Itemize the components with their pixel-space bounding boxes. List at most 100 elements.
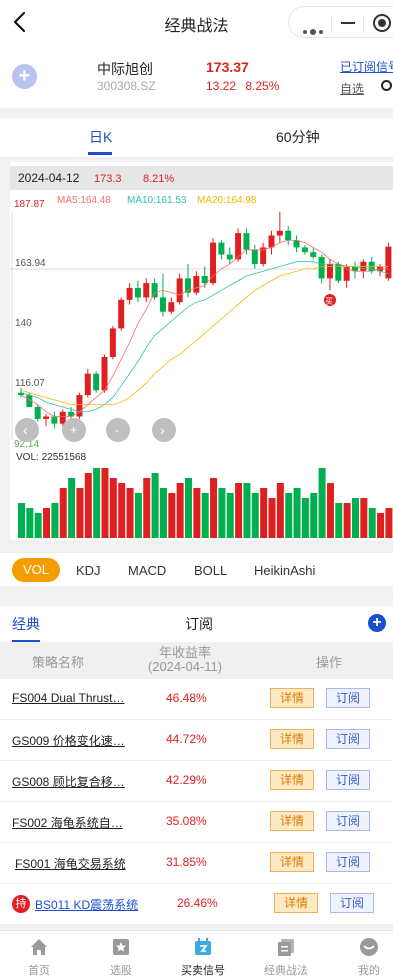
annual-return: 31.85% xyxy=(166,855,207,869)
annual-return: 44.72% xyxy=(166,732,207,746)
strategy-name-link[interactable]: FS001 海龟交易系统 xyxy=(15,855,133,872)
candle-body xyxy=(126,287,133,300)
tab-kdj[interactable]: KDJ xyxy=(76,563,101,578)
target-circle-icon[interactable] xyxy=(373,14,391,32)
active-tab-indicator xyxy=(12,640,40,642)
change-percent: 8.25% xyxy=(245,79,280,93)
volume-bar xyxy=(335,503,343,538)
candle-body xyxy=(210,242,217,284)
tabbar-item-classic[interactable]: 经典战法 xyxy=(247,931,325,977)
tab-vol[interactable]: VOL xyxy=(12,558,61,582)
minimize-icon[interactable] xyxy=(341,22,355,24)
strategy-name-link[interactable]: GS008 顾比复合移… xyxy=(12,773,130,790)
detail-button[interactable]: 详情 xyxy=(270,729,314,749)
table-row: GS008 顾比复合移… 42.29% 详情 订阅 xyxy=(0,761,393,802)
candle-body xyxy=(101,356,108,391)
ma5-label: MA5:164.48 xyxy=(57,195,111,206)
candle-body xyxy=(285,230,292,241)
tab-classic[interactable]: 经典 xyxy=(12,614,40,634)
tabbar-label: 我的 xyxy=(358,965,380,977)
pan-left-icon: ‹ xyxy=(23,422,28,438)
tabbar-item-signals[interactable]: 买卖信号 xyxy=(164,931,242,977)
volume-bar xyxy=(101,468,109,538)
volume-bar xyxy=(43,508,51,538)
tabbar-item-home[interactable]: 首页 xyxy=(0,931,78,977)
volume-bar xyxy=(59,488,67,538)
candle-body xyxy=(310,252,317,257)
candle-body xyxy=(109,328,116,357)
buy-marker-label: 买 xyxy=(325,297,333,306)
volume-bar xyxy=(301,498,309,538)
tab-boll[interactable]: BOLL xyxy=(194,563,227,578)
info-price: 173.3 xyxy=(94,173,122,185)
bottom-tab-bar: 首页 选股 买卖信号 经典战法 我的 xyxy=(0,930,393,977)
kline-chart[interactable]: 2024-04-12 173.3 8.21% 187.87 MA5:164.48… xyxy=(10,162,393,540)
volume-bar xyxy=(377,513,385,538)
indicator-tabs: VOL KDJ MACD BOLL HeikinAshi xyxy=(0,552,393,587)
candle-body xyxy=(276,230,283,236)
volume-bar xyxy=(235,483,243,538)
strategy-name-link[interactable]: FS004 Dual Thrust… xyxy=(12,691,130,705)
ma10-label: MA10:161.53 xyxy=(127,195,187,206)
volume-bar xyxy=(193,488,201,538)
subscribed-signals-link[interactable]: 已订阅信号 xyxy=(340,58,393,75)
candle-body xyxy=(201,275,208,284)
candle-body xyxy=(293,240,300,248)
tab-daily[interactable]: 日K xyxy=(89,127,112,147)
tabbar-item-mine[interactable]: 我的 xyxy=(330,931,393,977)
volume-bar xyxy=(226,493,234,538)
subscribe-button[interactable]: 订阅 xyxy=(326,811,370,831)
divider xyxy=(331,15,332,31)
stock-change: 13.22 8.25% xyxy=(206,79,279,93)
subscribe-button[interactable]: 订阅 xyxy=(326,688,370,708)
home-icon xyxy=(31,939,47,955)
subscribe-button[interactable]: 订阅 xyxy=(326,852,370,872)
zoom-out-icon: - xyxy=(115,423,119,437)
search-icon[interactable] xyxy=(381,80,392,91)
strategy-tabs: 经典 订阅 + xyxy=(0,606,393,642)
annual-return: 46.48% xyxy=(166,691,207,705)
tab-subscribed[interactable]: 订阅 xyxy=(185,614,213,634)
strategy-name-link[interactable]: GS009 价格变化速… xyxy=(12,732,130,749)
more-dots-icon[interactable] xyxy=(303,21,326,39)
tab-60min[interactable]: 60分钟 xyxy=(276,127,320,147)
subscribe-button[interactable]: 订阅 xyxy=(326,770,370,790)
volume-bar xyxy=(243,483,251,538)
detail-button[interactable]: 详情 xyxy=(270,811,314,831)
detail-button[interactable]: 详情 xyxy=(274,893,318,913)
strategy-name-link[interactable]: FS002 海龟系统自… xyxy=(12,814,130,831)
table-row: 持 BS011 KD震荡系统 26.46% 详情 订阅 xyxy=(0,884,393,925)
annual-return: 35.08% xyxy=(166,814,207,828)
volume-bar xyxy=(260,488,268,538)
candle-body xyxy=(226,254,233,260)
volume-bar xyxy=(201,493,209,538)
ma20-label: MA20:164.98 xyxy=(197,195,257,206)
ma20-name: MA20 xyxy=(197,195,224,206)
table-header: 策略名称 年收益率 (2024-04-11) 操作 xyxy=(0,643,393,679)
tabbar-label: 买卖信号 xyxy=(181,965,225,977)
detail-button[interactable]: 详情 xyxy=(270,852,314,872)
candle-body xyxy=(118,299,125,329)
subscribe-button[interactable]: 订阅 xyxy=(330,893,374,913)
strategy-list: FS004 Dual Thrust… 46.48% 详情 订阅 GS009 价格… xyxy=(0,679,393,925)
tabbar-item-stock-pick[interactable]: 选股 xyxy=(82,931,160,977)
holding-badge: 持 xyxy=(12,895,30,913)
add-stock-button[interactable]: + xyxy=(12,64,37,89)
tab-macd[interactable]: MACD xyxy=(128,563,166,578)
candle-body xyxy=(34,406,41,419)
add-strategy-button[interactable]: + xyxy=(368,614,386,632)
kline-chart-svg: 2024-04-12 173.3 8.21% 187.87 MA5:164.48… xyxy=(10,166,393,538)
detail-button[interactable]: 详情 xyxy=(270,770,314,790)
detail-button[interactable]: 详情 xyxy=(270,688,314,708)
volume-bar xyxy=(26,508,34,538)
volume-bar xyxy=(34,513,42,538)
subscribe-button[interactable]: 订阅 xyxy=(326,729,370,749)
strategy-name-link[interactable]: BS011 KD震荡系统 xyxy=(35,896,153,913)
tab-heikinashi[interactable]: HeikinAshi xyxy=(254,563,315,578)
profile-icon xyxy=(360,938,378,956)
stock-code: 300308.SZ xyxy=(97,79,156,93)
volume-bar xyxy=(218,488,226,538)
ma10-name: MA10 xyxy=(127,195,154,206)
watchlist-link[interactable]: 自选 xyxy=(340,80,364,97)
ma5-name: MA5 xyxy=(57,195,78,206)
